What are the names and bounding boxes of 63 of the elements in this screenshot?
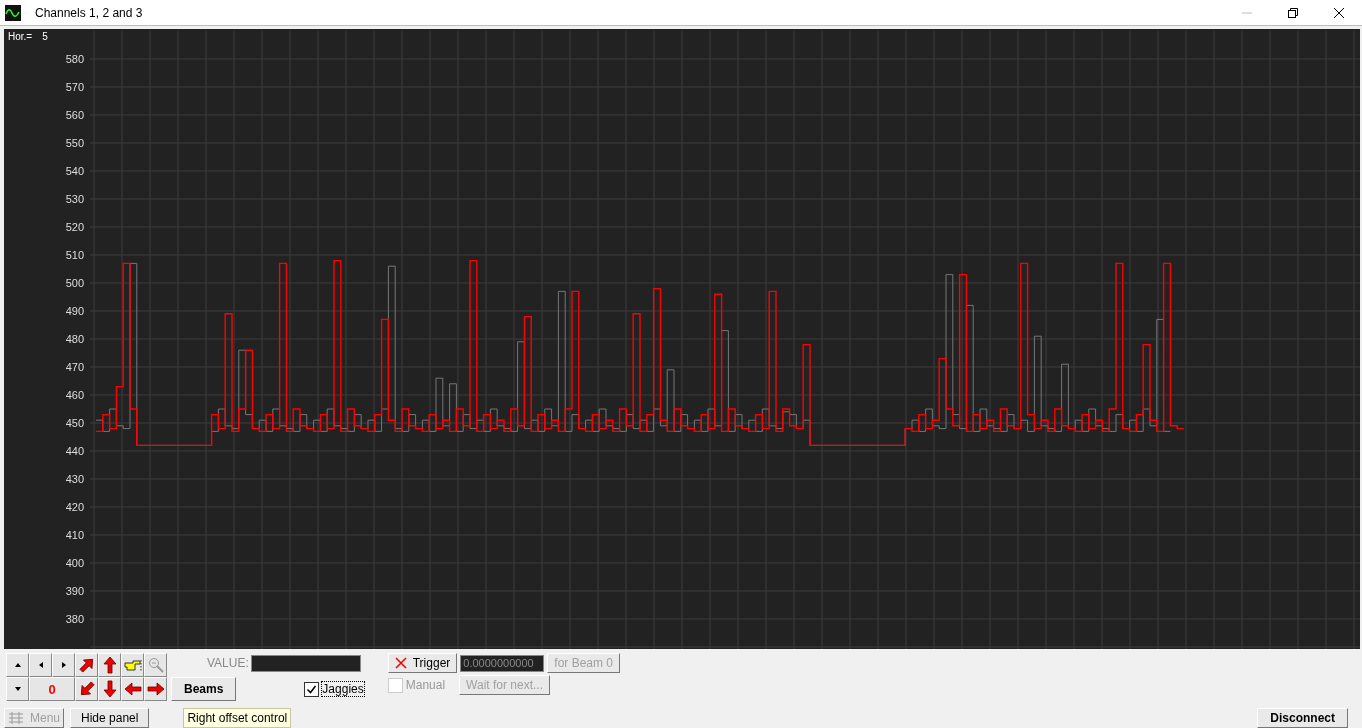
axis-label: 510	[65, 249, 84, 261]
restore-icon	[1288, 7, 1298, 18]
arrow-button[interactable]	[98, 653, 121, 677]
offset-counter: 0	[29, 677, 75, 701]
axis-label: 470	[65, 361, 84, 373]
axis-label: 410	[65, 529, 84, 541]
arrow-button[interactable]	[144, 677, 167, 701]
axis-label: 550	[65, 137, 84, 149]
hand-button[interactable]	[121, 653, 144, 677]
down-triangle-icon	[14, 687, 21, 691]
close-icon	[1334, 7, 1344, 18]
axis-label: 500	[65, 277, 84, 289]
arrow-button[interactable]	[98, 677, 121, 701]
axis-label: 400	[65, 557, 84, 569]
tooltip: Right offset control	[183, 708, 292, 728]
axis-label: 540	[65, 165, 84, 177]
beams-button[interactable]: Beams	[171, 677, 237, 701]
hor-label: Hor.=	[8, 31, 33, 42]
axis-label: 480	[65, 333, 84, 345]
scroll-up-button[interactable]	[6, 653, 29, 677]
axis-label: 380	[65, 613, 84, 625]
left-arrow-icon	[123, 680, 142, 698]
axis-label: 440	[65, 445, 84, 457]
app-icon	[5, 4, 21, 21]
axis-label: 460	[65, 389, 84, 401]
jaggies-checkbox[interactable]	[304, 681, 320, 697]
zoom-button[interactable]	[144, 653, 167, 677]
menu-icon	[8, 711, 24, 725]
up-triangle-icon	[14, 663, 21, 667]
arrow-button[interactable]	[75, 677, 98, 701]
axis-label: 450	[65, 417, 84, 429]
hide-panel-button[interactable]: Hide panel	[70, 708, 150, 728]
jaggies-label: Jaggies	[322, 682, 364, 696]
hor-value: 5	[42, 31, 48, 42]
right-arrow-icon	[146, 680, 165, 698]
value-label: VALUE:	[207, 656, 249, 670]
axis-label: 490	[65, 305, 84, 317]
axis-label: 420	[65, 501, 84, 513]
x-icon	[394, 657, 407, 669]
trigger-value-field[interactable]: 0.0000000000	[460, 654, 545, 672]
scroll-left-button[interactable]	[29, 653, 52, 677]
axis-label: 390	[65, 585, 84, 597]
manual-label: Manual	[405, 678, 446, 692]
right-triangle-icon	[61, 662, 66, 668]
axis-label: 560	[65, 109, 84, 121]
scroll-down-button[interactable]	[6, 677, 29, 701]
magnifier-icon	[147, 657, 164, 673]
value-field[interactable]	[250, 654, 361, 672]
axis-label: 520	[65, 221, 84, 233]
scroll-right-button[interactable]	[52, 653, 75, 677]
up-arrow-icon	[100, 656, 119, 674]
axis-label: 530	[65, 193, 84, 205]
left-triangle-icon	[38, 662, 43, 668]
window-title: Channels 1, 2 and 3	[35, 5, 143, 20]
disconnect-button[interactable]: Disconnect	[1257, 708, 1348, 728]
axis-label: 570	[65, 81, 84, 93]
arrow-button[interactable]	[121, 677, 144, 701]
axis-label: 580	[65, 53, 84, 65]
down-arrow-icon	[100, 680, 119, 698]
arrow-button[interactable]	[75, 653, 98, 677]
axis-label: 430	[65, 473, 84, 485]
pointing-hand-icon	[123, 658, 142, 672]
trigger-button[interactable]: Trigger	[387, 653, 458, 673]
